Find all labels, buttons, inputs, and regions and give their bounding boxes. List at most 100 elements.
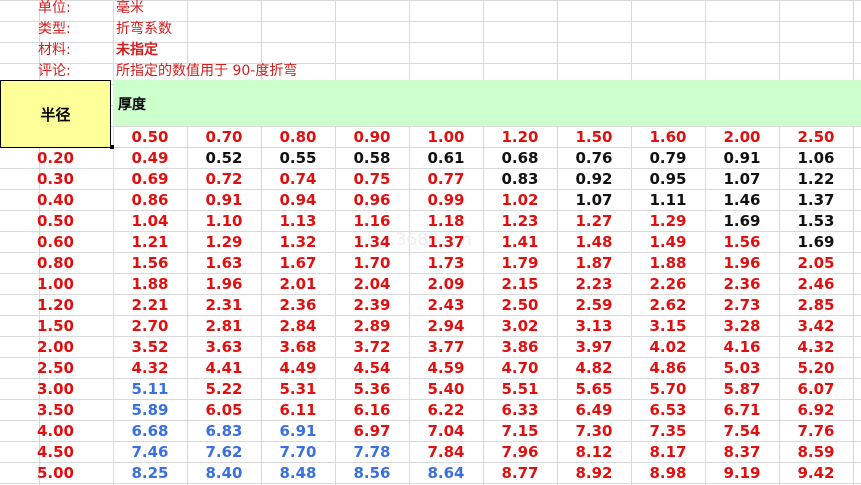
- table-cell[interactable]: 2.04: [335, 274, 409, 295]
- table-cell[interactable]: 0.52: [187, 148, 261, 169]
- meta-value[interactable]: 所指定的数值用于 90-度折弯: [116, 61, 297, 82]
- table-cell[interactable]: 1.87: [557, 253, 631, 274]
- table-cell[interactable]: 2.21: [113, 295, 187, 316]
- table-cell[interactable]: 0.76: [557, 148, 631, 169]
- table-cell[interactable]: 1.10: [187, 211, 261, 232]
- radius-row-label[interactable]: 4.00: [0, 421, 111, 442]
- table-cell[interactable]: 1.04: [113, 211, 187, 232]
- table-cell[interactable]: 8.17: [631, 442, 705, 463]
- table-cell[interactable]: 1.27: [557, 211, 631, 232]
- table-cell[interactable]: 8.64: [409, 463, 483, 484]
- table-cell[interactable]: 2.39: [335, 295, 409, 316]
- table-cell[interactable]: 2.26: [631, 274, 705, 295]
- table-cell[interactable]: 0.91: [187, 190, 261, 211]
- table-cell[interactable]: 7.76: [779, 421, 853, 442]
- table-cell[interactable]: 0.94: [261, 190, 335, 211]
- table-cell[interactable]: 1.22: [779, 169, 853, 190]
- radius-row-label[interactable]: 0.30: [0, 169, 111, 190]
- thickness-header[interactable]: 0.80: [261, 127, 335, 148]
- table-cell[interactable]: 2.62: [631, 295, 705, 316]
- table-cell[interactable]: 5.87: [705, 379, 779, 400]
- table-cell[interactable]: 4.32: [113, 358, 187, 379]
- table-cell[interactable]: 2.89: [335, 316, 409, 337]
- radius-row-label[interactable]: 2.50: [0, 358, 111, 379]
- table-cell[interactable]: 2.01: [261, 274, 335, 295]
- table-cell[interactable]: 3.68: [261, 337, 335, 358]
- thickness-header[interactable]: 0.70: [187, 127, 261, 148]
- table-cell[interactable]: 1.37: [409, 232, 483, 253]
- table-cell[interactable]: 7.96: [483, 442, 557, 463]
- table-cell[interactable]: 3.28: [705, 316, 779, 337]
- table-cell[interactable]: 4.32: [779, 337, 853, 358]
- table-cell[interactable]: 0.74: [261, 169, 335, 190]
- table-cell[interactable]: 2.05: [779, 253, 853, 274]
- table-cell[interactable]: 1.73: [409, 253, 483, 274]
- table-cell[interactable]: 0.75: [335, 169, 409, 190]
- table-cell[interactable]: 7.35: [631, 421, 705, 442]
- thickness-header[interactable]: 2.00: [705, 127, 779, 148]
- table-cell[interactable]: 6.83: [187, 421, 261, 442]
- radius-row-label[interactable]: 0.50: [0, 211, 111, 232]
- table-cell[interactable]: 1.69: [779, 232, 853, 253]
- meta-key[interactable]: 类型:: [38, 19, 71, 40]
- thickness-header[interactable]: 1.50: [557, 127, 631, 148]
- table-cell[interactable]: 5.36: [335, 379, 409, 400]
- table-cell[interactable]: 7.54: [705, 421, 779, 442]
- table-cell[interactable]: 9.19: [705, 463, 779, 484]
- table-cell[interactable]: 1.37: [779, 190, 853, 211]
- table-cell[interactable]: 1.56: [705, 232, 779, 253]
- table-cell[interactable]: 6.92: [779, 400, 853, 421]
- table-cell[interactable]: 4.41: [187, 358, 261, 379]
- table-cell[interactable]: 8.56: [335, 463, 409, 484]
- radius-row-label[interactable]: 1.50: [0, 316, 111, 337]
- table-cell[interactable]: 2.15: [483, 274, 557, 295]
- table-cell[interactable]: 8.40: [187, 463, 261, 484]
- table-cell[interactable]: 0.99: [409, 190, 483, 211]
- table-cell[interactable]: 2.43: [409, 295, 483, 316]
- table-cell[interactable]: 0.96: [335, 190, 409, 211]
- thickness-header[interactable]: 2.50: [779, 127, 853, 148]
- table-cell[interactable]: 1.70: [335, 253, 409, 274]
- table-cell[interactable]: 0.92: [557, 169, 631, 190]
- table-cell[interactable]: 5.20: [779, 358, 853, 379]
- table-cell[interactable]: 8.12: [557, 442, 631, 463]
- table-cell[interactable]: 4.54: [335, 358, 409, 379]
- table-cell[interactable]: 2.36: [705, 274, 779, 295]
- table-cell[interactable]: 1.63: [187, 253, 261, 274]
- table-cell[interactable]: 6.91: [261, 421, 335, 442]
- table-cell[interactable]: 3.13: [557, 316, 631, 337]
- meta-value[interactable]: 未指定: [116, 40, 158, 61]
- table-cell[interactable]: 4.16: [705, 337, 779, 358]
- table-cell[interactable]: 3.86: [483, 337, 557, 358]
- thickness-header[interactable]: 1.60: [631, 127, 705, 148]
- thickness-header[interactable]: 0.50: [113, 127, 187, 148]
- table-cell[interactable]: 5.11: [113, 379, 187, 400]
- table-cell[interactable]: 7.30: [557, 421, 631, 442]
- table-cell[interactable]: 5.51: [483, 379, 557, 400]
- table-cell[interactable]: 5.31: [261, 379, 335, 400]
- table-cell[interactable]: 4.70: [483, 358, 557, 379]
- table-cell[interactable]: 0.91: [705, 148, 779, 169]
- radius-row-label[interactable]: 3.00: [0, 379, 111, 400]
- radius-row-label[interactable]: 4.50: [0, 442, 111, 463]
- table-cell[interactable]: 2.50: [483, 295, 557, 316]
- table-cell[interactable]: 8.37: [705, 442, 779, 463]
- table-cell[interactable]: 0.72: [187, 169, 261, 190]
- table-cell[interactable]: 6.11: [261, 400, 335, 421]
- table-cell[interactable]: 0.61: [409, 148, 483, 169]
- table-cell[interactable]: 5.22: [187, 379, 261, 400]
- table-cell[interactable]: 2.81: [187, 316, 261, 337]
- table-cell[interactable]: 1.48: [557, 232, 631, 253]
- table-cell[interactable]: 3.15: [631, 316, 705, 337]
- table-cell[interactable]: 0.77: [409, 169, 483, 190]
- table-cell[interactable]: 4.59: [409, 358, 483, 379]
- table-cell[interactable]: 4.49: [261, 358, 335, 379]
- table-cell[interactable]: 3.77: [409, 337, 483, 358]
- table-cell[interactable]: 1.96: [705, 253, 779, 274]
- table-cell[interactable]: 7.46: [113, 442, 187, 463]
- table-cell[interactable]: 1.07: [557, 190, 631, 211]
- table-cell[interactable]: 0.49: [113, 148, 187, 169]
- meta-key[interactable]: 单位:: [38, 0, 71, 19]
- table-cell[interactable]: 8.48: [261, 463, 335, 484]
- table-cell[interactable]: 5.65: [557, 379, 631, 400]
